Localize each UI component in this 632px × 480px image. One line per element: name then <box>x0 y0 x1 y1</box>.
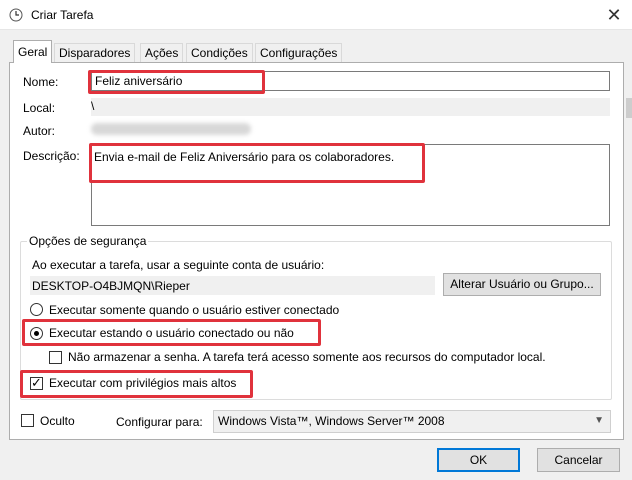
radio-run-logged-on[interactable] <box>30 303 43 316</box>
no-store-password-checkbox[interactable] <box>49 351 62 364</box>
highlight-name <box>88 70 265 94</box>
location-label: Local: <box>23 101 56 115</box>
location-value: \ <box>91 99 95 113</box>
tab-settings[interactable]: Configurações <box>255 43 343 62</box>
configure-for-dropdown[interactable]: Windows Vista™, Windows Server™ 2008 ▼ <box>213 410 611 433</box>
cancel-button[interactable]: Cancelar <box>537 448 620 472</box>
window-title: Criar Tarefa <box>31 8 94 22</box>
chevron-down-icon: ▼ <box>594 415 604 426</box>
hidden-checkbox[interactable] <box>21 414 34 427</box>
ok-button[interactable]: OK <box>437 448 520 472</box>
user-account-value: DESKTOP-O4BJMQN\Rieper <box>32 279 190 293</box>
configure-for-value: Windows Vista™, Windows Server™ 2008 <box>218 414 445 428</box>
configure-for-label: Configurar para: <box>116 415 203 429</box>
tab-triggers[interactable]: Disparadores <box>54 43 136 62</box>
author-value-redacted <box>91 123 251 135</box>
highlight-description <box>89 143 425 183</box>
no-store-password-label: Não armazenar a senha. A tarefa terá ace… <box>68 350 546 364</box>
change-user-button[interactable]: Alterar Usuário ou Grupo... <box>443 273 601 296</box>
security-group-title: Opções de segurança <box>27 234 149 248</box>
description-label: Descrição: <box>23 149 80 163</box>
task-scheduler-icon <box>9 8 23 22</box>
name-label: Nome: <box>23 75 59 89</box>
tab-general[interactable]: Geral <box>13 40 53 63</box>
tab-conditions[interactable]: Condições <box>186 43 253 62</box>
tab-actions[interactable]: Ações <box>140 43 184 62</box>
highlight-privileges <box>20 370 253 398</box>
author-label: Autor: <box>23 124 56 138</box>
radio-run-logged-on-label: Executar somente quando o usuário estive… <box>49 303 340 317</box>
close-icon[interactable]: ✕ <box>596 0 632 30</box>
highlight-run-whether <box>22 319 321 346</box>
location-field <box>91 98 610 116</box>
hidden-label: Oculto <box>40 414 75 428</box>
run-as-text: Ao executar a tarefa, usar a seguinte co… <box>32 258 325 272</box>
title-bar <box>0 0 632 30</box>
window-edge-scrollbar <box>626 98 632 118</box>
